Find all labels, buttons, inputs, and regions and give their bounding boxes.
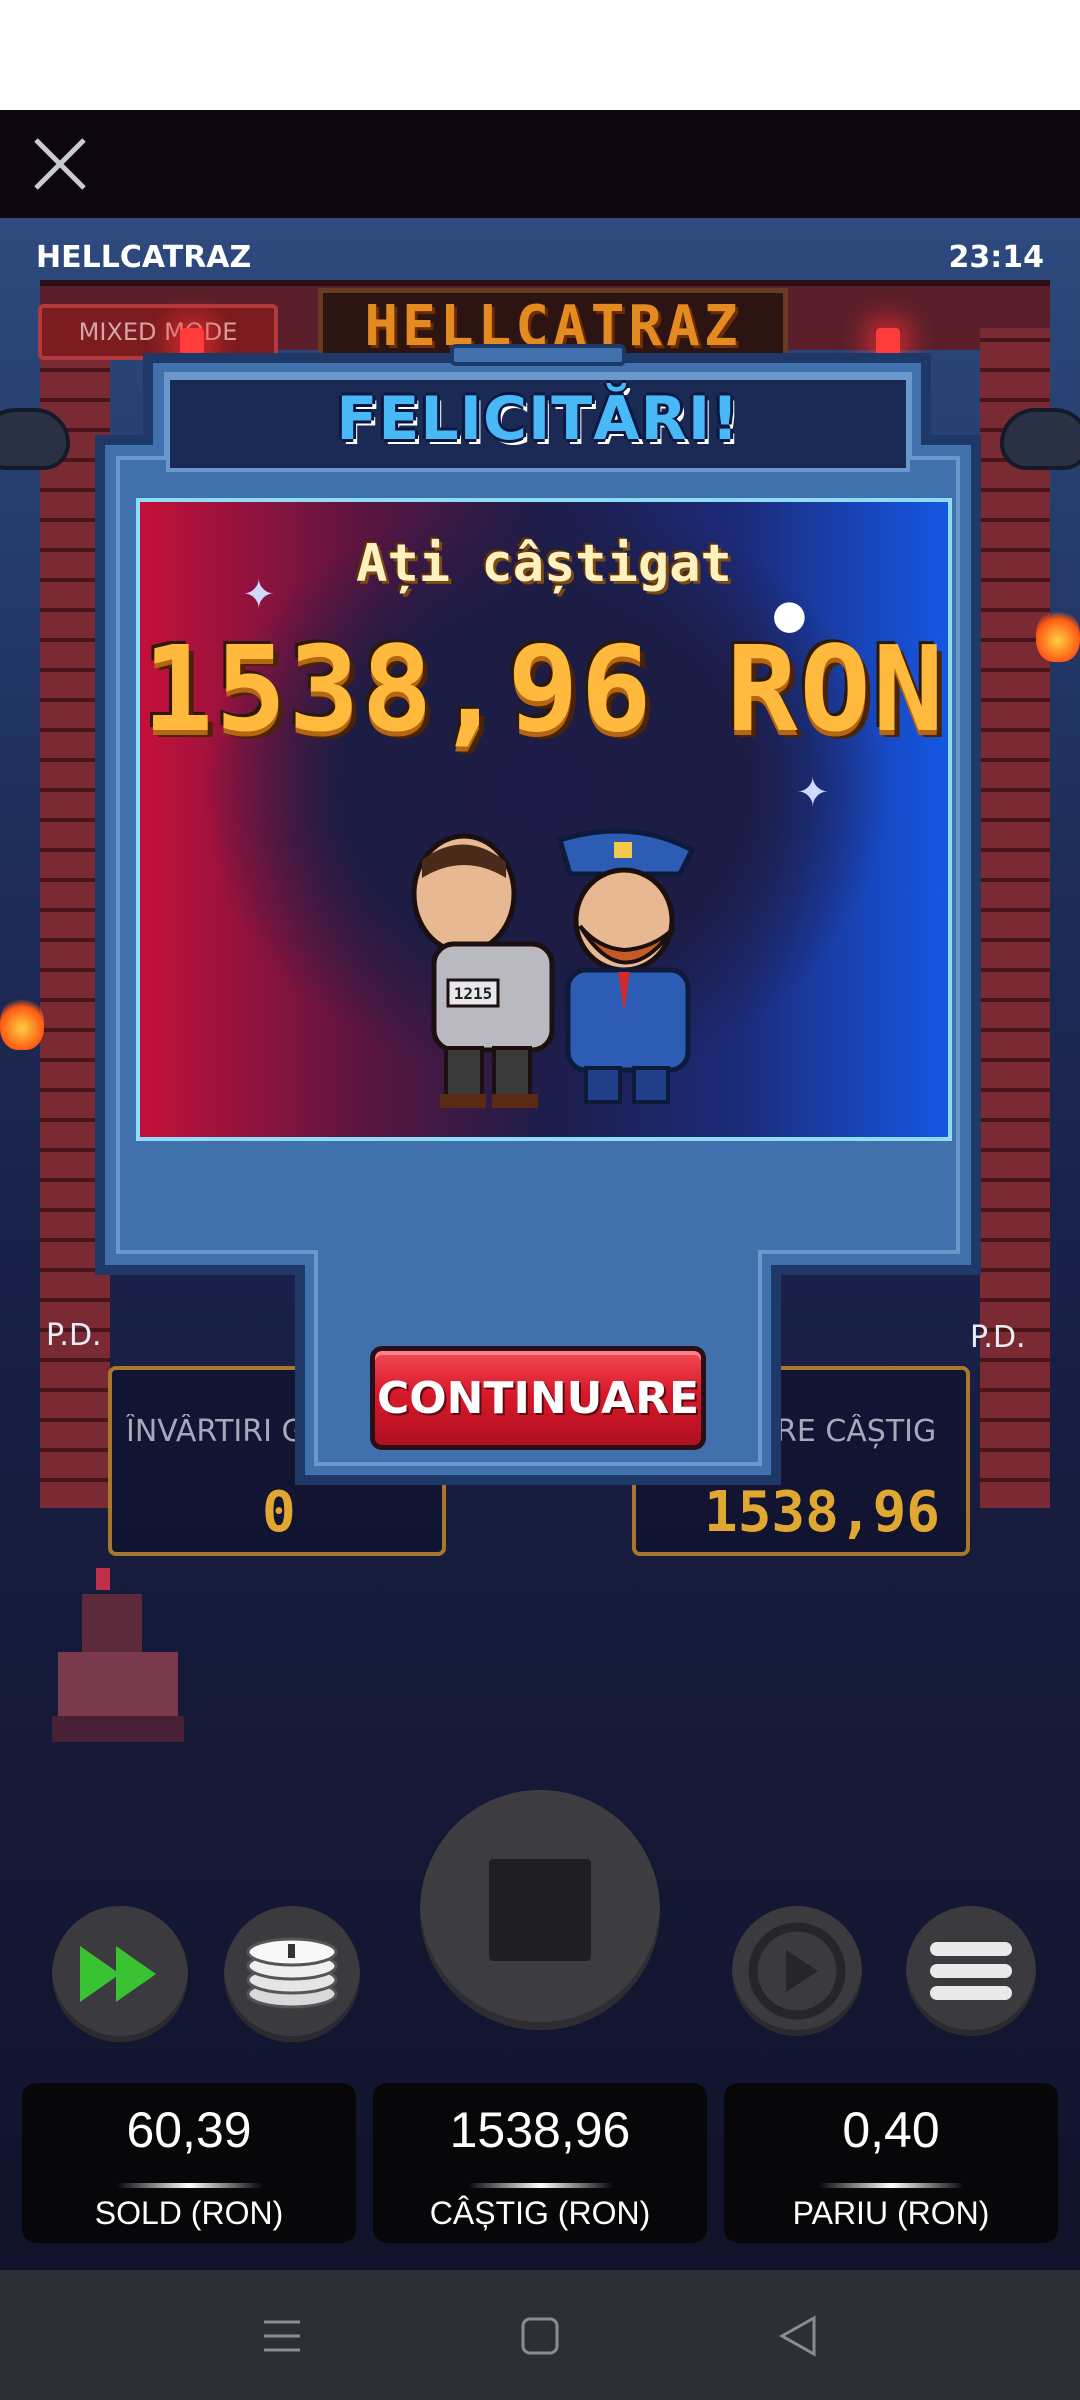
menu-button[interactable] xyxy=(906,1906,1036,2036)
win-dialog: FELICITĂRI! Ați câștigat 1538,96 RON ✦ ●… xyxy=(88,340,988,1490)
win-label: CÂȘTIG (RON) xyxy=(429,2195,651,2231)
balance-label: SOLD (RON) xyxy=(94,2195,284,2231)
balance-panel: 60,39 SOLD (RON) xyxy=(22,2083,356,2243)
sparkle-icon: ✦ xyxy=(796,770,830,816)
win-panel: 1538,96 CÂȘTIG (RON) xyxy=(373,2083,707,2243)
congrats-title: FELICITĂRI! xyxy=(336,384,740,454)
divider xyxy=(117,2183,262,2188)
sparkle-icon: ● xyxy=(772,592,807,638)
menu-icon xyxy=(930,1942,1012,2000)
close-icon xyxy=(34,138,86,190)
top-bar xyxy=(0,110,1080,218)
screen: HELLCATRAZ 23:14 HELLCATRAZ MIXED MODE P… xyxy=(0,0,1080,2400)
stop-spin-button[interactable] xyxy=(420,1790,660,2030)
bet-panel[interactable]: 0,40 PARIU (RON) xyxy=(724,2083,1058,2243)
turbo-button[interactable] xyxy=(52,1906,188,2042)
coins-icon xyxy=(246,1937,338,2009)
bet-label: PARIU (RON) xyxy=(792,2195,990,2231)
fire-left xyxy=(0,996,44,1050)
recent-apps-icon[interactable] xyxy=(262,2316,302,2356)
helicopter-left xyxy=(0,408,70,470)
win-value: 1538,96 xyxy=(449,2102,631,2158)
helicopter-right xyxy=(1000,408,1080,470)
back-icon[interactable] xyxy=(778,2314,818,2358)
win-panel-display: Ați câștigat 1538,96 RON ✦ ● ✦ 1215 xyxy=(136,498,952,1141)
balance-value: 60,39 xyxy=(126,2102,252,2158)
bet-value: 0,40 xyxy=(842,2102,940,2158)
bet-button[interactable] xyxy=(224,1906,360,2042)
game-clock: 23:14 xyxy=(948,240,1045,275)
divider xyxy=(468,2183,613,2188)
autoplay-button[interactable] xyxy=(732,1906,862,2036)
autoplay-icon xyxy=(748,1922,846,2020)
win-amount: 1538,96 RON xyxy=(142,620,946,758)
continue-button[interactable]: CONTINUARE xyxy=(370,1346,706,1450)
system-nav-bar xyxy=(0,2270,1080,2400)
prisoner-number: 1215 xyxy=(454,984,493,1003)
close-button[interactable] xyxy=(28,132,92,196)
sparkle-icon: ✦ xyxy=(242,572,276,618)
characters-illustration: 1215 xyxy=(411,828,696,1108)
stop-icon xyxy=(489,1859,591,1961)
divider xyxy=(819,2183,964,2188)
fast-forward-icon xyxy=(80,1946,156,2002)
buoy-lighthouse xyxy=(52,1568,184,1742)
game-title: HELLCATRAZ xyxy=(36,240,252,275)
fire-right xyxy=(1036,608,1080,662)
status-bar-area xyxy=(0,0,1080,110)
home-icon[interactable] xyxy=(520,2316,560,2356)
